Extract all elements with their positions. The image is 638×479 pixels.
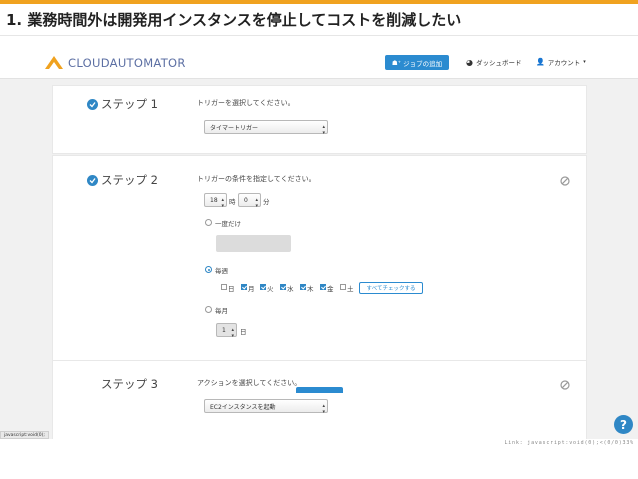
- check-circle-icon: [87, 98, 98, 110]
- day-label-sat: 土: [347, 285, 354, 293]
- day-label-fri: 金: [327, 285, 334, 293]
- status-link-right: Link: javascript:void(0);<(0/0)33%: [504, 440, 634, 446]
- app-header: CLOUDAUTOMATOR ☗⁺ ジョブの追加 ◕ ダッシュボード 👤 アカウ…: [0, 47, 638, 79]
- weekly-radio[interactable]: [205, 266, 212, 273]
- select-caret-icon: ▴ ▾: [231, 327, 234, 339]
- dashboard-label: ダッシュボード: [475, 59, 522, 67]
- step2-heading: ステップ 2: [87, 172, 158, 188]
- action-select[interactable]: EC2インスタンスを起動 ▴ ▾: [204, 399, 328, 415]
- day-label-wed: 水: [287, 285, 294, 293]
- once-label: 一度だけ: [215, 220, 241, 228]
- step3-heading: ステップ 3: [101, 376, 158, 392]
- monthly-label: 毎月: [215, 307, 228, 315]
- day-checkbox-thu[interactable]: [300, 284, 306, 290]
- step2-instruction: トリガーの条件を指定してください。: [197, 175, 316, 183]
- day-checkbox-mon[interactable]: [241, 284, 247, 290]
- hour-unit: 時: [229, 198, 236, 206]
- day-checkbox-sat[interactable]: [340, 284, 346, 290]
- status-link-left: javascript:void(0);: [0, 431, 49, 439]
- slide-accent-bar: [0, 0, 638, 4]
- account-label: アカウント: [547, 59, 581, 67]
- monthly-radio[interactable]: [205, 306, 212, 313]
- step3-label: ステップ 3: [101, 377, 158, 391]
- help-icon[interactable]: ?: [614, 415, 633, 434]
- select-caret-icon: ▴ ▾: [221, 197, 224, 209]
- trigger-select-value: タイマートリガー: [210, 124, 259, 132]
- slide-title: 1. 業務時間外は開発用インスタンスを停止してコストを削減したい: [6, 11, 462, 29]
- logo-mark-icon: [45, 56, 63, 69]
- day-of-month-select[interactable]: 1 ▴ ▾: [216, 323, 237, 339]
- step3-instruction: アクションを選択してください。: [197, 379, 302, 387]
- date-input-disabled: [216, 235, 291, 252]
- select-caret-icon: ▴ ▾: [322, 124, 325, 136]
- step1-instruction: トリガーを選択してください。: [197, 99, 295, 107]
- trigger-select-box[interactable]: タイマートリガー ▴ ▾: [204, 120, 328, 136]
- app-logo[interactable]: CLOUDAUTOMATOR: [44, 55, 186, 70]
- step2-label: ステップ 2: [101, 173, 158, 187]
- day-label-sun: 日: [228, 285, 235, 293]
- day-checkbox-fri[interactable]: [320, 284, 326, 290]
- app-screenshot: CLOUDAUTOMATOR ☗⁺ ジョブの追加 ◕ ダッシュボード 👤 アカウ…: [0, 47, 638, 439]
- minute-select[interactable]: 0 ▴ ▾: [238, 193, 261, 209]
- title-divider: [0, 35, 638, 36]
- day-checkbox-sun[interactable]: [221, 284, 227, 290]
- disable-step-icon[interactable]: [560, 176, 570, 186]
- day-checkbox-tue[interactable]: [260, 284, 266, 290]
- user-icon: 👤: [536, 58, 545, 66]
- add-job-icon: ☗⁺: [391, 58, 402, 67]
- dashboard-icon: ◕: [466, 57, 473, 67]
- day-checkbox-wed[interactable]: [280, 284, 286, 290]
- day-of-month-unit: 日: [240, 328, 247, 336]
- select-caret-icon: ▴ ▾: [322, 403, 325, 415]
- add-job-label: ジョブの追加: [403, 59, 443, 68]
- minute-value: 0: [244, 196, 248, 204]
- hour-value: 18: [210, 196, 218, 204]
- check-circle-icon: [87, 174, 98, 186]
- day-label-thu: 木: [307, 285, 314, 293]
- check-all-button[interactable]: すべてチェックする: [359, 282, 423, 294]
- add-job-button[interactable]: ☗⁺ ジョブの追加: [385, 55, 449, 70]
- account-menu[interactable]: 👤 アカウント ▾: [536, 57, 586, 67]
- hour-select[interactable]: 18 ▴ ▾: [204, 193, 227, 209]
- disable-step-icon[interactable]: [560, 380, 570, 390]
- step1-label: ステップ 1: [101, 97, 158, 111]
- select-caret-icon: ▴ ▾: [255, 197, 258, 209]
- dashboard-link[interactable]: ◕ ダッシュボード: [466, 57, 522, 68]
- step1-heading: ステップ 1: [87, 96, 158, 112]
- day-label-tue: 火: [267, 285, 274, 293]
- weekly-label: 毎週: [215, 267, 228, 275]
- day-label-mon: 月: [248, 285, 255, 293]
- day-of-month-value: 1: [222, 326, 226, 334]
- logo-text: CLOUDAUTOMATOR: [68, 55, 186, 70]
- minute-unit: 分: [263, 198, 270, 206]
- chevron-down-icon: ▾: [583, 59, 586, 65]
- once-radio[interactable]: [205, 219, 212, 226]
- submit-button[interactable]: [296, 387, 343, 393]
- action-select-value: EC2インスタンスを起動: [210, 403, 276, 411]
